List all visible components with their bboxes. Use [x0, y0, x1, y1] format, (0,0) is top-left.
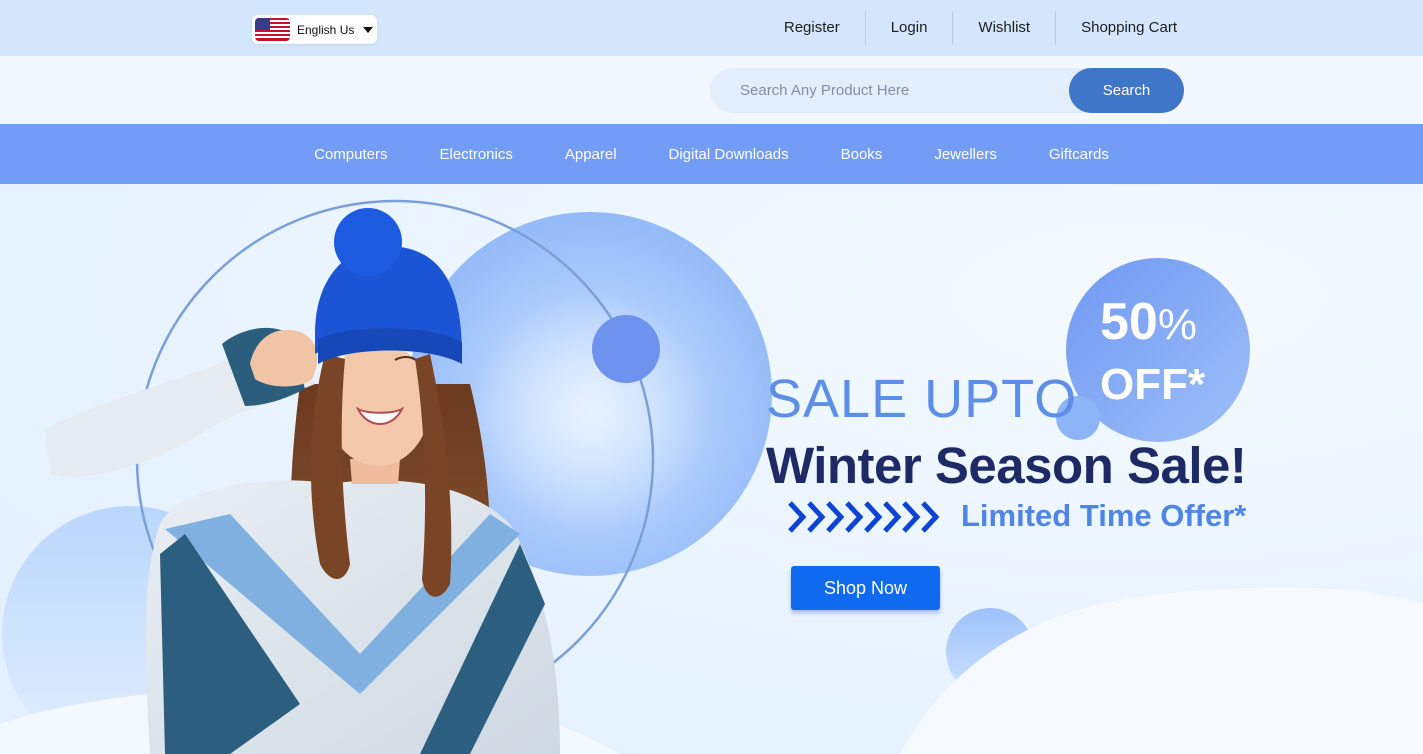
limited-offer-text: Limited Time Offer* [961, 498, 1247, 533]
search-band: Search [0, 56, 1423, 124]
chevrons-right-icon [788, 501, 940, 533]
register-link[interactable]: Register [759, 11, 865, 45]
search-box: Search [710, 68, 1184, 113]
shopping-cart-link[interactable]: Shopping Cart [1055, 11, 1202, 45]
top-links: Register Login Wishlist Shopping Cart [759, 0, 1202, 56]
shop-now-button[interactable]: Shop Now [791, 566, 940, 610]
nav-giftcards[interactable]: Giftcards [1049, 146, 1109, 163]
hero-headline: Winter Season Sale! [766, 437, 1247, 494]
top-bar: English Us Register Login Wishlist Shopp… [0, 0, 1423, 56]
category-nav: Computers Electronics Apparel Digital Do… [0, 124, 1423, 184]
caret-down-icon [363, 26, 374, 33]
discount-badge: 50% [1100, 292, 1197, 352]
wishlist-link[interactable]: Wishlist [952, 11, 1055, 45]
us-flag-icon [255, 18, 290, 41]
nav-digital-downloads[interactable]: Digital Downloads [669, 146, 789, 163]
percent-sign: % [1157, 300, 1197, 349]
discount-off-text: OFF* [1100, 360, 1206, 409]
language-selector[interactable]: English Us [252, 15, 377, 44]
sale-upto-text: SALE UPTO [766, 369, 1078, 429]
nav-electronics[interactable]: Electronics [439, 146, 512, 163]
discount-number: 50 [1100, 293, 1158, 351]
nav-jewellers[interactable]: Jewellers [934, 146, 997, 163]
hero-banner: SALE UPTO Winter Season Sale! Limited Ti… [0, 184, 1423, 754]
login-link[interactable]: Login [864, 11, 953, 45]
nav-computers[interactable]: Computers [314, 146, 387, 163]
language-label: English Us [297, 22, 355, 37]
search-button[interactable]: Search [1069, 68, 1184, 113]
nav-books[interactable]: Books [841, 146, 883, 163]
search-input[interactable] [710, 68, 1068, 113]
nav-apparel[interactable]: Apparel [565, 146, 617, 163]
